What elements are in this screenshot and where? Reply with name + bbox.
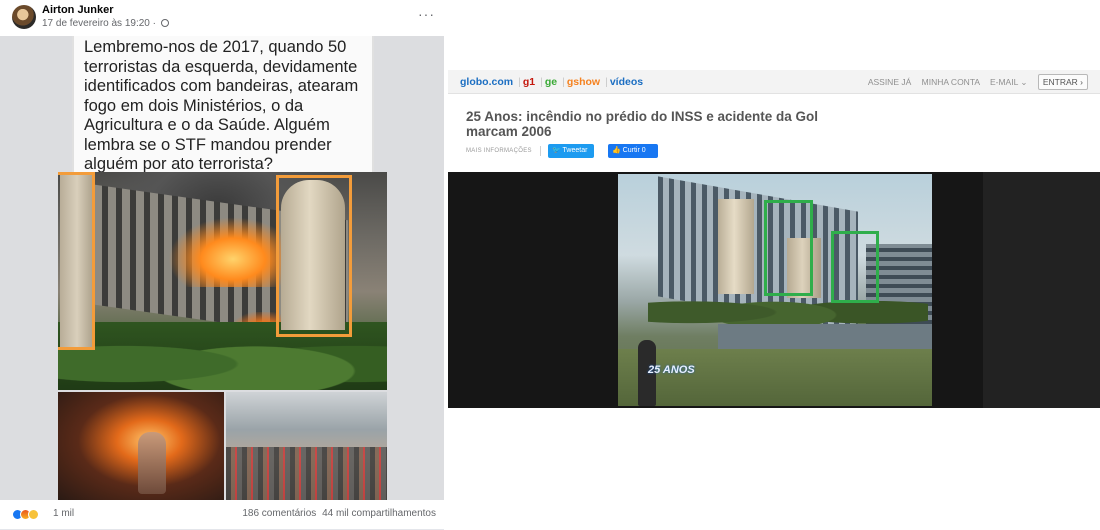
like-button-label: Curtir 0 bbox=[622, 147, 646, 154]
orange-highlight-box-left bbox=[58, 172, 95, 350]
image-text-card: Lembremo-nos de 2017, quando 50 terroris… bbox=[72, 36, 374, 173]
nav-separator: | bbox=[518, 76, 521, 88]
divider bbox=[540, 146, 541, 156]
lawn bbox=[618, 349, 932, 406]
post-date-text[interactable]: 17 de fevereiro às 19:20 · bbox=[42, 18, 156, 29]
nav-separator: | bbox=[562, 76, 565, 88]
video-side-panel bbox=[983, 172, 1100, 408]
more-info-link[interactable]: MAIS INFORMAÇÕES bbox=[466, 148, 532, 154]
email-link[interactable]: E-MAIL ⌄ bbox=[990, 77, 1028, 87]
image-caption-text: Lembremo-nos de 2017, quando 50 terroris… bbox=[84, 38, 359, 173]
comments-count[interactable]: 186 comentários bbox=[242, 508, 316, 519]
tweet-button-label: Tweetar bbox=[562, 147, 588, 154]
burning-ministry-photo bbox=[58, 172, 387, 390]
tweet-button[interactable]: 🐦 Tweetar bbox=[548, 144, 594, 158]
author-avatar[interactable] bbox=[12, 5, 36, 29]
globo-video-page: globo.com | g1 | ge | gshow | vídeos ASSINE JÁ M… bbox=[448, 0, 1100, 530]
facebook-post: Airton Junker 17 de fevereiro às 19:20 ·… bbox=[0, 0, 444, 530]
nav-globo-com[interactable]: globo.com bbox=[460, 76, 513, 88]
video-overlay-logo: 25 ANOS bbox=[648, 364, 695, 376]
shares-count[interactable]: 44 mil compartilhamentos bbox=[322, 508, 436, 519]
nav-separator: | bbox=[605, 76, 608, 88]
entrar-button[interactable]: ENTRAR › bbox=[1037, 74, 1088, 90]
more-horizontal-icon[interactable]: ··· bbox=[418, 6, 435, 22]
green-highlight-box-2 bbox=[831, 231, 879, 303]
facebook-like-button[interactable]: 👍 Curtir 0 bbox=[608, 144, 658, 158]
globe-icon bbox=[160, 19, 169, 27]
crowd bbox=[226, 447, 387, 500]
assine-link[interactable]: ASSINE JÁ bbox=[868, 77, 911, 87]
post-stats-bar: 1 mil 186 comentários 44 mil compartilha… bbox=[0, 502, 444, 530]
globo-top-bar: globo.com | g1 | ge | gshow | vídeos ASSINE JÁ M… bbox=[448, 70, 1100, 94]
video-title: 25 Anos: incêndio no prédio do INSS e ac… bbox=[466, 109, 819, 139]
engagement-stats: 186 comentários 44 mil compartilhamentos bbox=[242, 508, 436, 519]
reaction-count[interactable]: 1 mil bbox=[53, 508, 74, 519]
nav-gshow[interactable]: gshow bbox=[567, 76, 600, 88]
sad-icon[interactable] bbox=[28, 509, 39, 520]
green-highlight-box-1 bbox=[764, 200, 813, 296]
post-header: Airton Junker 17 de fevereiro às 19:20 ·… bbox=[0, 0, 444, 34]
author-name[interactable]: Airton Junker bbox=[42, 4, 114, 16]
fire-interior-photo bbox=[58, 392, 224, 500]
tower-one bbox=[718, 199, 754, 294]
nav-separator: | bbox=[540, 76, 543, 88]
post-image[interactable]: Lembremo-nos de 2017, quando 50 terroris… bbox=[0, 36, 444, 500]
nav-videos[interactable]: vídeos bbox=[610, 76, 643, 88]
orange-highlight-box-right bbox=[276, 175, 352, 337]
minha-conta-link[interactable]: MINHA CONTA bbox=[922, 77, 980, 87]
account-links: ASSINE JÁ MINHA CONTA E-MAIL ⌄ ENTRAR › bbox=[860, 74, 1088, 90]
nav-g1[interactable]: g1 bbox=[523, 76, 535, 88]
nav-ge[interactable]: ge bbox=[545, 76, 557, 88]
video-frame[interactable]: 25 ANOS bbox=[618, 174, 932, 406]
person-silhouette bbox=[138, 432, 166, 494]
protest-crowd-photo bbox=[226, 392, 387, 500]
post-date[interactable]: 17 de fevereiro às 19:20 · bbox=[42, 18, 169, 29]
video-player[interactable]: 25 ANOS bbox=[448, 172, 1100, 408]
globo-nav: globo.com | g1 | ge | gshow | vídeos bbox=[460, 76, 645, 88]
